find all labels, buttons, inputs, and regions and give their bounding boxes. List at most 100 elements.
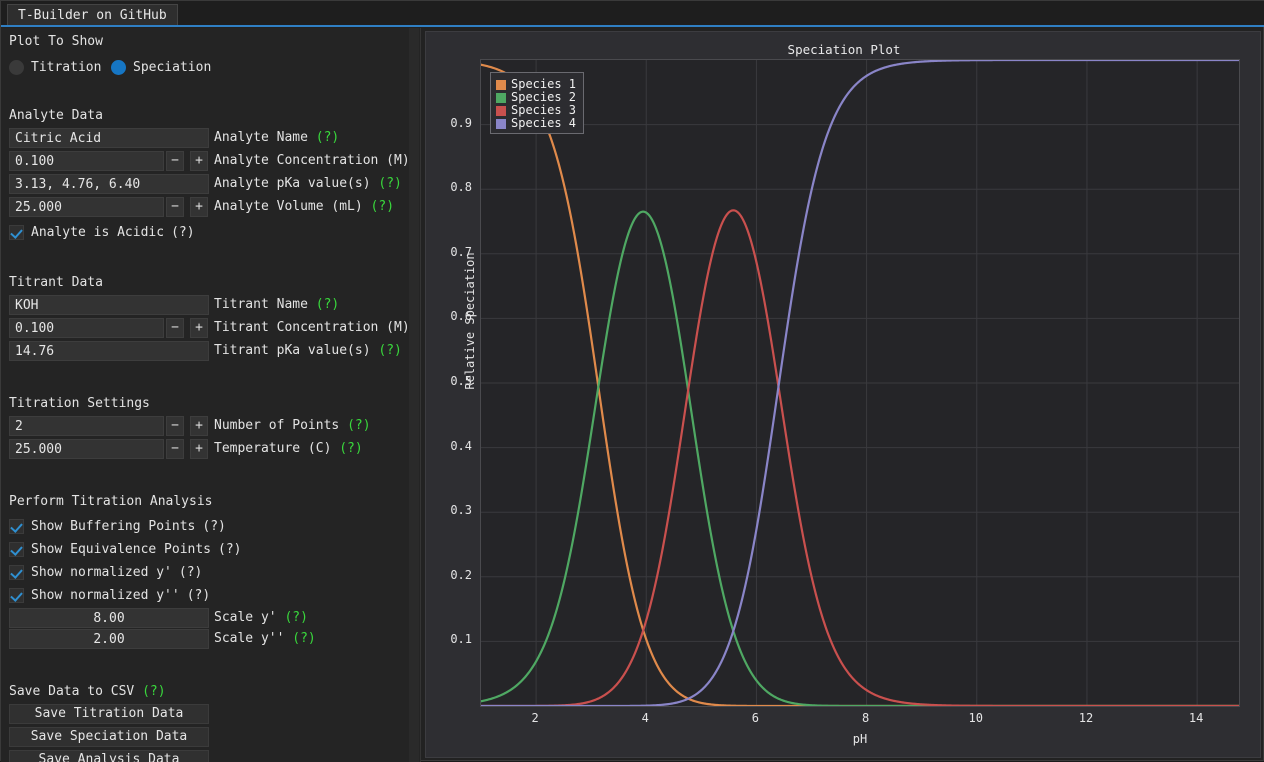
show-buffering-points-label: Show Buffering Points [31,519,195,534]
radio-option-titration[interactable]: Titration [9,57,101,76]
section-titration-settings: Titration Settings [9,396,150,411]
titrant-pka-help-icon[interactable]: (?) [378,343,401,358]
titrant-concentration-decrement[interactable]: − [166,318,184,338]
titrant-concentration-label: Titrant Concentration (M) [214,320,410,335]
show-equivalence-points-help-icon[interactable]: (?) [218,542,241,557]
number-of-points-increment[interactable]: + [190,416,208,436]
speciation-plot-panel: Speciation Plot 0.10.20.30.40.50.60.70.8… [425,31,1261,758]
x-tick-label: 14 [1176,711,1216,725]
titrant-concentration-increment[interactable]: + [190,318,208,338]
titrant-pka-label: Titrant pKa value(s) [214,343,371,358]
sidebar-scrollbar[interactable] [409,28,419,762]
analyte-volume-input[interactable] [9,197,164,217]
legend-item: Species 3 [496,103,576,116]
legend-label: Species 4 [511,117,576,130]
section-perform-titration-analysis: Perform Titration Analysis [9,494,213,509]
tab-t-builder-on-github[interactable]: T-Builder on GitHub [7,4,178,25]
scale-y-double-prime-input[interactable] [9,629,209,649]
section-save-data-to-csv: Save Data to CSV [9,684,134,699]
checkbox-show-equivalence-points[interactable]: Show Equivalence Points(?) [9,539,242,558]
radio-titration-indicator [9,60,24,75]
analyte-volume-label: Analyte Volume (mL) [214,199,363,214]
show-buffering-points-help-icon[interactable]: (?) [202,519,225,534]
titrant-name-help-icon[interactable]: (?) [316,297,339,312]
section-titrant-data: Titrant Data [9,275,103,290]
temperature-decrement[interactable]: − [166,439,184,459]
analyte-is-acidic-help-icon[interactable]: (?) [171,225,194,240]
section-analyte-data: Analyte Data [9,108,103,123]
temperature-increment[interactable]: + [190,439,208,459]
analyte-is-acidic-label: Analyte is Acidic [31,225,164,240]
plot-title: Speciation Plot [426,42,1262,57]
analyte-name-help-icon[interactable]: (?) [316,130,339,145]
analyte-is-acidic-checkbox-box [9,225,24,240]
checkbox-show-normalized-y-prime[interactable]: Show normalized y' (?) [9,562,202,581]
legend-item: Species 2 [496,90,576,103]
show-normalized-y-prime-help-icon[interactable]: (?) [179,565,202,580]
x-tick-label: 4 [625,711,665,725]
number-of-points-decrement[interactable]: − [166,416,184,436]
legend-swatch-icon [496,80,506,90]
scale-y-double-prime-label: Scale y'' [214,631,284,646]
show-normalized-y-double-prime-help-icon[interactable]: (?) [187,588,210,603]
y-tick-label: 0.7 [428,245,472,259]
temperature-help-icon[interactable]: (?) [339,441,362,456]
radio-option-speciation[interactable]: Speciation [111,57,211,76]
analyte-name-label: Analyte Name [214,130,308,145]
checkbox-show-buffering-points[interactable]: Show Buffering Points (?) [9,516,226,535]
tab-label: T-Builder on GitHub [18,8,167,23]
analyte-pka-help-icon[interactable]: (?) [378,176,401,191]
radio-titration-label: Titration [31,60,101,75]
analyte-volume-increment[interactable]: + [190,197,208,217]
number-of-points-input[interactable] [9,416,164,436]
section-plot-to-show: Plot To Show [9,34,103,49]
x-tick-label: 12 [1066,711,1106,725]
titrant-pka-input[interactable] [9,341,209,361]
plot-legend: Species 1Species 2Species 3Species 4 [490,72,584,134]
y-tick-label: 0.4 [428,439,472,453]
show-equivalence-points-checkbox-box [9,542,24,557]
x-tick-label: 8 [846,711,886,725]
save-speciation-data-button[interactable]: Save Speciation Data [9,727,209,747]
titrant-name-input[interactable] [9,295,209,315]
analyte-concentration-input[interactable] [9,151,164,171]
show-normalized-y-double-prime-label: Show normalized y'' [31,588,180,603]
radio-speciation-indicator [111,60,126,75]
application-window: T-Builder on GitHub Plot To Show Titrati… [0,0,1264,761]
legend-swatch-icon [496,119,506,129]
y-tick-label: 0.6 [428,309,472,323]
analyte-volume-help-icon[interactable]: (?) [371,199,394,214]
scale-y-prime-help-icon[interactable]: (?) [284,610,307,625]
analyte-concentration-decrement[interactable]: − [166,151,184,171]
temperature-input[interactable] [9,439,164,459]
checkbox-analyte-is-acidic[interactable]: Analyte is Acidic (?) [9,222,195,241]
legend-item: Species 4 [496,116,576,129]
scale-y-double-prime-help-icon[interactable]: (?) [292,631,315,646]
analyte-pka-label: Analyte pKa value(s) [214,176,371,191]
legend-swatch-icon [496,106,506,116]
analyte-pka-input[interactable] [9,174,209,194]
tab-bar: T-Builder on GitHub [1,1,1264,27]
x-axis-label: pH [480,732,1240,746]
analyte-concentration-label: Analyte Concentration (M) [214,153,410,168]
checkbox-show-normalized-y-double-prime[interactable]: Show normalized y'' (?) [9,585,210,604]
titrant-concentration-input[interactable] [9,318,164,338]
y-tick-label: 0.1 [428,632,472,646]
titrant-name-label: Titrant Name [214,297,308,312]
save-titration-data-button[interactable]: Save Titration Data [9,704,209,724]
radio-speciation-label: Speciation [133,60,211,75]
y-tick-label: 0.2 [428,568,472,582]
show-normalized-y-prime-label: Show normalized y' [31,565,172,580]
analyte-volume-decrement[interactable]: − [166,197,184,217]
analyte-name-input[interactable] [9,128,209,148]
x-tick-label: 10 [956,711,996,725]
temperature-label: Temperature (C) [214,441,331,456]
x-tick-label: 6 [735,711,775,725]
analyte-concentration-increment[interactable]: + [190,151,208,171]
save-analysis-data-button[interactable]: Save Analysis Data [9,750,209,762]
save-data-help-icon[interactable]: (?) [142,684,165,699]
show-normalized-y-double-prime-checkbox-box [9,588,24,603]
x-tick-label: 2 [515,711,555,725]
scale-y-prime-input[interactable] [9,608,209,628]
number-of-points-help-icon[interactable]: (?) [347,418,370,433]
